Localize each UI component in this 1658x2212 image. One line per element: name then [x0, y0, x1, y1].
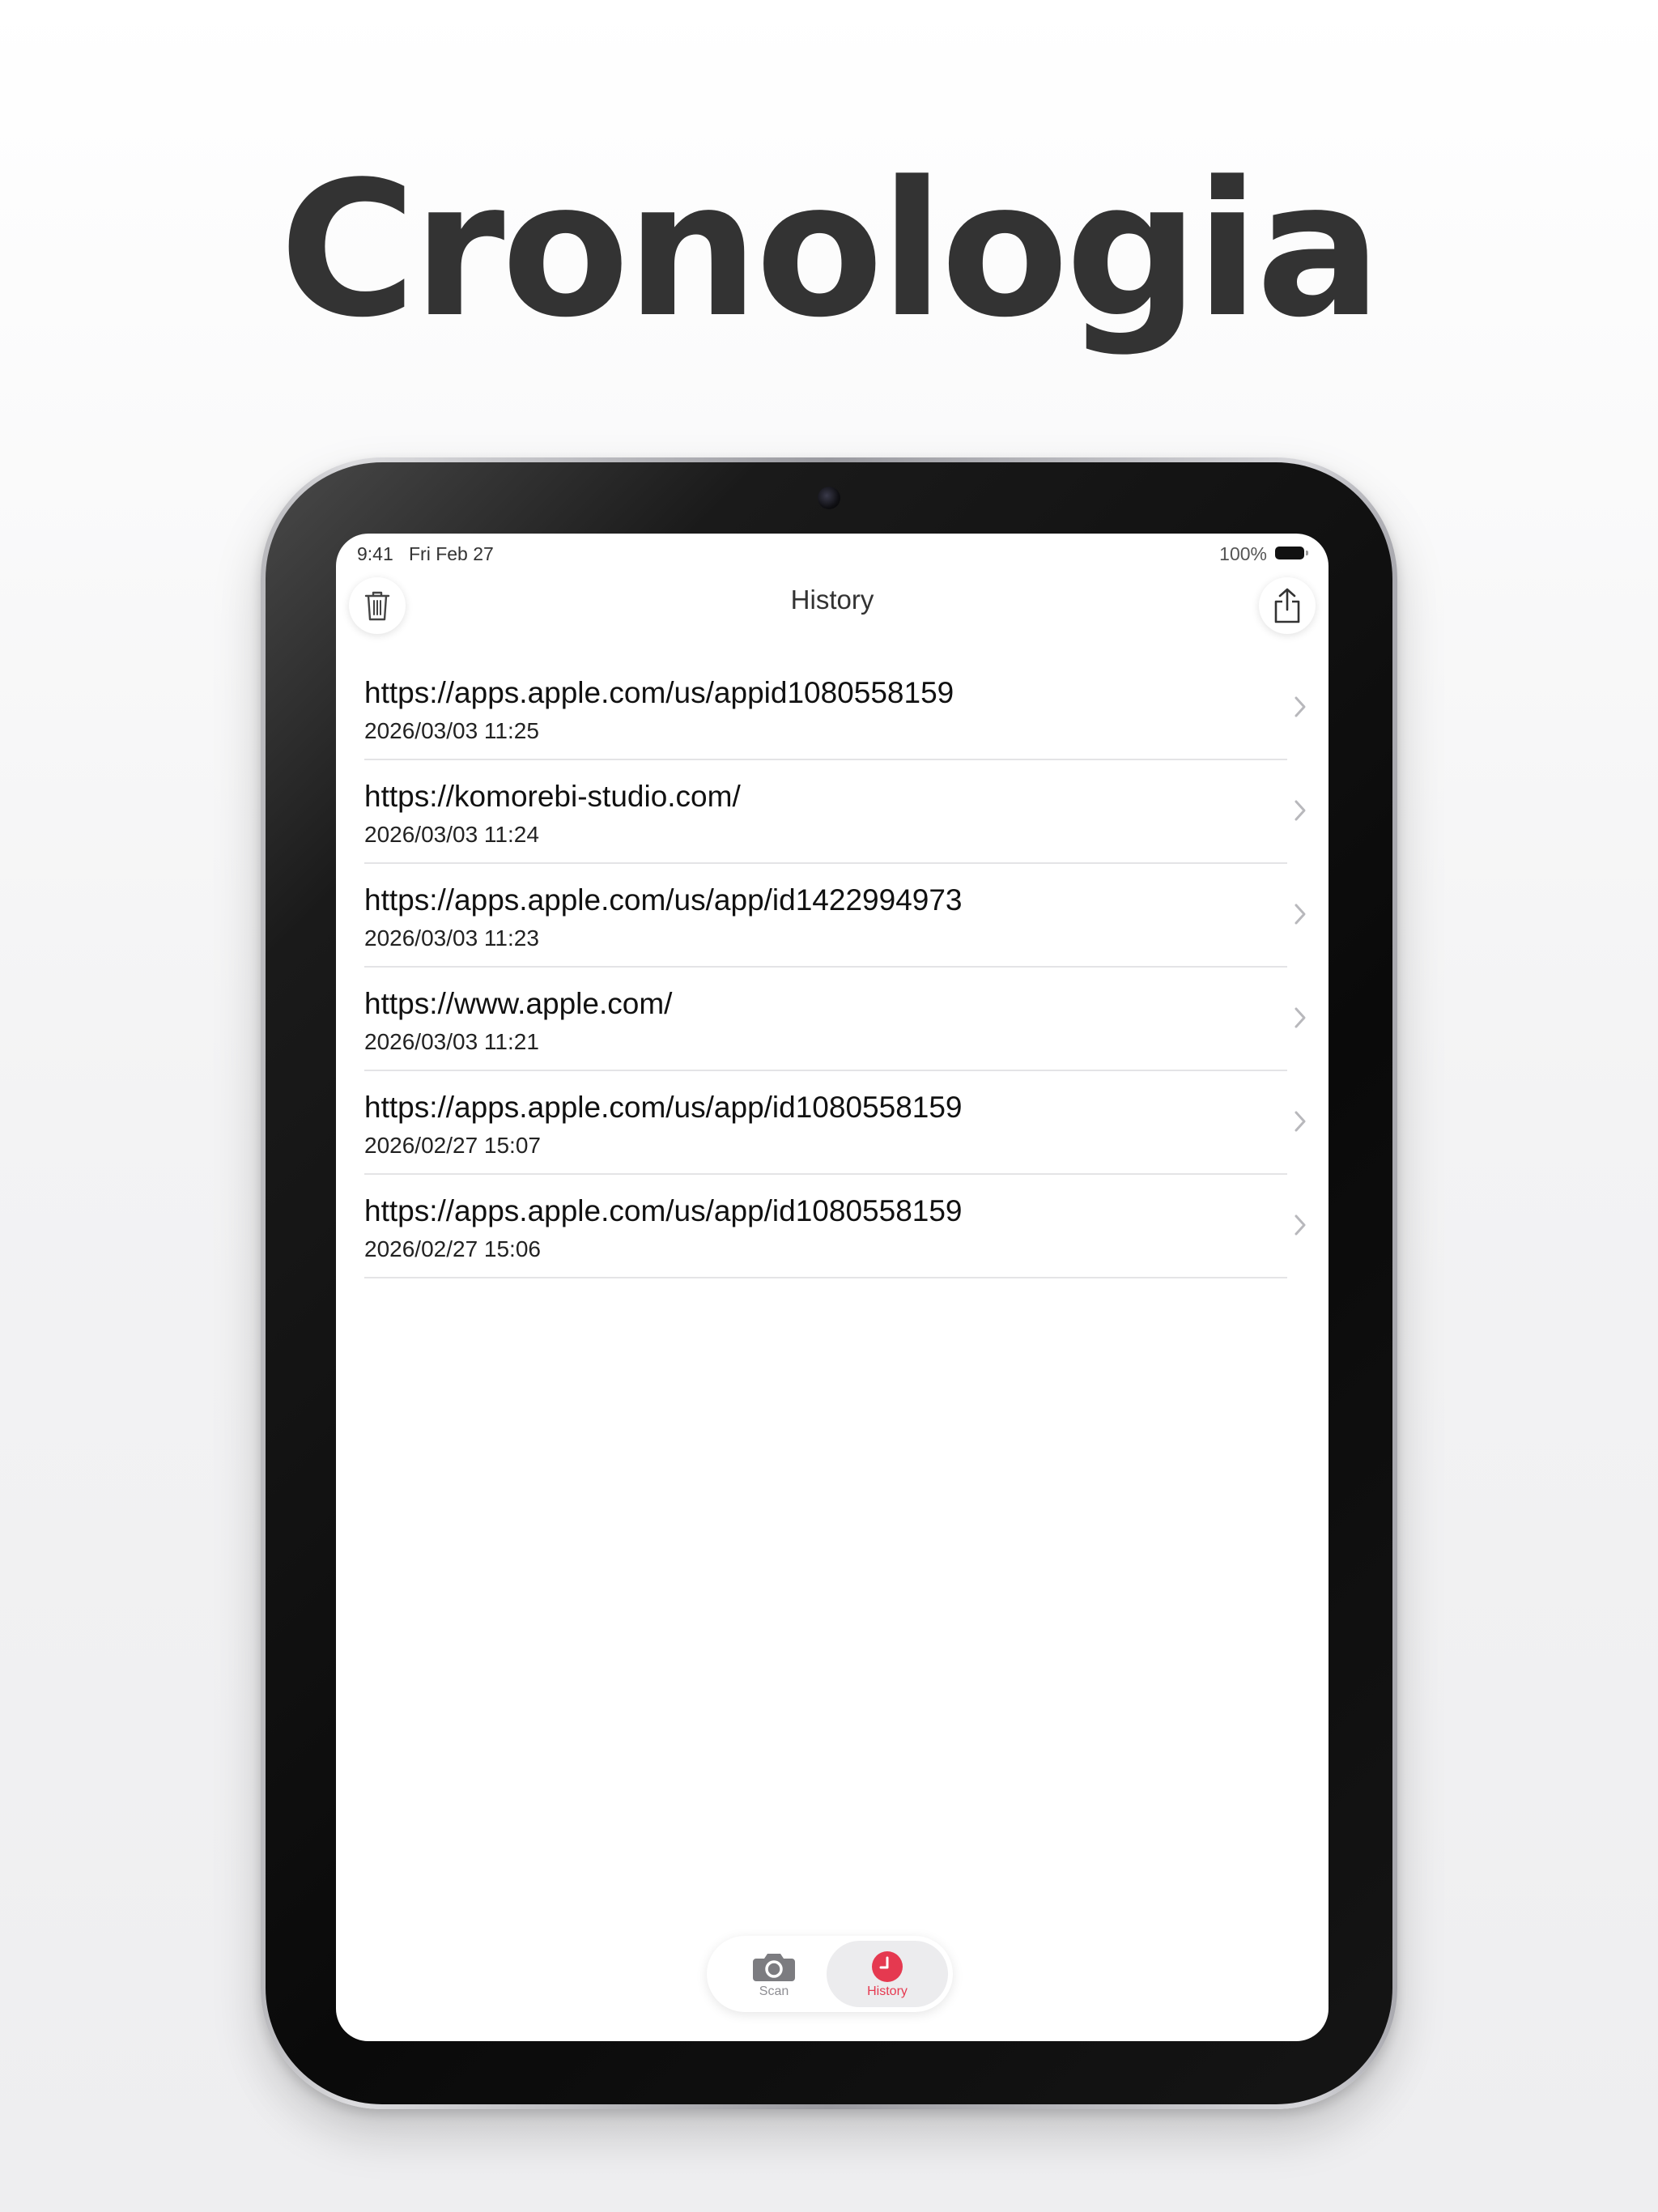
chevron-right-icon: [1295, 904, 1306, 925]
history-url: https://apps.apple.com/us/app/id10805581…: [364, 1091, 963, 1124]
history-row[interactable]: https://apps.apple.com/us/app/id14229949…: [364, 864, 1306, 968]
history-url: https://apps.apple.com/us/app/id10805581…: [364, 1194, 963, 1227]
chevron-right-icon: [1295, 696, 1306, 717]
chevron-right-icon: [1295, 1111, 1306, 1132]
history-row[interactable]: https://apps.apple.com/us/appid108055815…: [364, 657, 1306, 760]
status-bar: 9:41 Fri Feb 27 100%: [336, 534, 1329, 574]
clock-icon: [872, 1951, 903, 1982]
history-date: 2026/03/03 11:23: [364, 925, 539, 951]
status-time: 9:41: [357, 543, 393, 564]
status-date: Fri Feb 27: [409, 543, 494, 564]
history-date: 2026/03/03 11:21: [364, 1029, 539, 1054]
front-camera: [818, 487, 840, 509]
ipad-device-frame: 9:41 Fri Feb 27 100% History https://app…: [261, 457, 1397, 2109]
tab-history[interactable]: History: [827, 1941, 948, 2007]
tab-label-scan: Scan: [759, 1984, 789, 1998]
chevron-right-icon: [1295, 1214, 1306, 1236]
tab-scan[interactable]: Scan: [713, 1941, 835, 2007]
page-headline: Cronologia: [279, 143, 1382, 359]
history-row[interactable]: https://apps.apple.com/us/app/id10805581…: [364, 1175, 1306, 1278]
battery-icon: [1275, 547, 1308, 559]
nav-title: History: [790, 585, 874, 615]
history-row[interactable]: https://komorebi-studio.com/ 2026/03/03 …: [364, 760, 1306, 864]
history-date: 2026/03/03 11:25: [364, 718, 539, 743]
history-url: https://apps.apple.com/us/app/id14229949…: [364, 883, 963, 917]
tab-label-history: History: [867, 1984, 908, 1998]
history-url: https://www.apple.com/: [364, 987, 673, 1020]
history-date: 2026/03/03 11:24: [364, 822, 539, 847]
chevron-right-icon: [1295, 1007, 1306, 1028]
history-row[interactable]: https://www.apple.com/ 2026/03/03 11:21: [364, 968, 1306, 1071]
tab-bar: Scan History: [707, 1936, 953, 2012]
battery-percentage: 100%: [1219, 543, 1267, 564]
share-icon: [1274, 588, 1300, 623]
history-date: 2026/02/27 15:06: [364, 1236, 541, 1261]
history-date: 2026/02/27 15:07: [364, 1133, 541, 1158]
history-list: https://apps.apple.com/us/appid108055815…: [364, 657, 1306, 1278]
chevron-right-icon: [1295, 800, 1306, 821]
share-button[interactable]: [1259, 577, 1316, 634]
device-bezel: 9:41 Fri Feb 27 100% History https://app…: [266, 462, 1392, 2104]
history-url: https://apps.apple.com/us/appid108055815…: [364, 676, 954, 709]
history-url: https://komorebi-studio.com/: [364, 780, 741, 813]
camera-icon: [753, 1954, 795, 1981]
app-screen: 9:41 Fri Feb 27 100% History https://app…: [336, 534, 1329, 2041]
history-row[interactable]: https://apps.apple.com/us/app/id10805581…: [364, 1071, 1306, 1175]
